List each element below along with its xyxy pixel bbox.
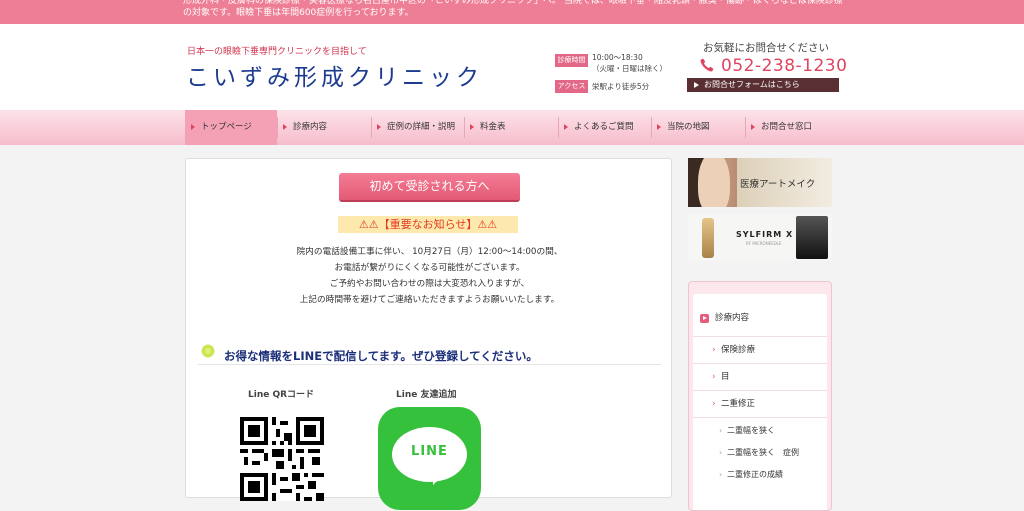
- menu-label: 二重幅を狭く: [727, 426, 775, 435]
- line-bubble-tail: [433, 475, 443, 485]
- contact-form-button[interactable]: お問合せフォームはこちら: [687, 78, 839, 92]
- sylfirm-subtitle: RF MICRONEEDLE: [746, 241, 782, 246]
- access-info: 栄駅より徒歩5分: [592, 82, 650, 91]
- handpiece-image: [702, 218, 714, 258]
- chevron-right-icon: ›: [719, 426, 723, 435]
- arrow-right-icon: [470, 124, 474, 130]
- divider: [198, 364, 661, 365]
- contact-form-label: お問合せフォームはこちら: [704, 80, 800, 89]
- submenu-item[interactable]: › 二重修正の成績: [693, 464, 827, 486]
- arrow-right-icon: [657, 124, 661, 130]
- bullet-icon: [201, 344, 215, 358]
- notice-line: ご予約やお問い合わせの際は大変恐れ入りますが、: [329, 279, 530, 289]
- submenu-item[interactable]: › 二重幅を狭く: [693, 420, 827, 442]
- nav-label: 料金表: [480, 122, 506, 132]
- nav-label: 症例の詳細・説明: [387, 122, 456, 132]
- menu-label: 保険診療: [721, 345, 756, 355]
- nav-item-faq[interactable]: よくあるご質問: [558, 110, 651, 145]
- art-makeup-banner-text: 医療アートメイク: [740, 179, 816, 190]
- nav-item-prices[interactable]: 料金表: [464, 110, 558, 145]
- menu-label: 目: [721, 372, 730, 382]
- tagline: 日本一の眼瞼下垂専門クリニックを目指して: [187, 47, 367, 57]
- menu-item-insurance[interactable]: › 保険診療: [693, 337, 827, 364]
- nav-label: 当院の地図: [667, 122, 710, 132]
- contact-title: お気軽にお問合せください: [703, 42, 829, 54]
- site-header: 日本一の眼瞼下垂専門クリニックを目指して こいずみ形成クリニック 診療時間 10…: [0, 24, 1024, 110]
- treatment-menu: 診療内容 › 保険診療 › 目 › 二重修正 › 二重幅を狭く › 二重幅を狭く…: [688, 281, 832, 511]
- arrow-right-icon: [751, 124, 755, 130]
- menu-label: 二重幅を狭く 症例: [727, 448, 799, 457]
- chevron-right-icon: ›: [719, 470, 723, 479]
- arrow-right-icon: [700, 314, 709, 323]
- sylfirm-brand: SYLFIRM X: [736, 230, 794, 239]
- nav-item-top[interactable]: トップページ: [185, 110, 277, 145]
- arrow-right-icon: [377, 124, 381, 130]
- nav-label: トップページ: [201, 122, 252, 132]
- qr-code-icon[interactable]: [240, 417, 324, 501]
- device-image: [796, 216, 828, 259]
- chevron-right-icon: ›: [712, 372, 716, 382]
- qr-title: Line QRコード: [248, 390, 315, 400]
- arrow-right-icon: [283, 124, 287, 130]
- menu-item-treatments[interactable]: 診療内容: [693, 308, 827, 337]
- art-makeup-banner[interactable]: 医療アートメイク: [688, 158, 832, 207]
- arrow-right-icon: [564, 124, 568, 130]
- top-announcement-bar: 形成外科・皮膚科の保険診療・美容医療なら名古屋市中区の「こいずみ形成クリニック」…: [0, 0, 1024, 24]
- chevron-right-icon: ›: [719, 448, 723, 457]
- hours-info: 10:00〜18:30 （火曜・日曜は除く）: [592, 52, 667, 74]
- notice-line: 院内の電話設備工事に伴い、 10月27日（月）12:00〜14:00の間、: [296, 247, 563, 257]
- menu-item-eye[interactable]: › 目: [693, 364, 827, 391]
- nav-label: 診療内容: [293, 122, 328, 132]
- menu-item-double-eyelid[interactable]: › 二重修正: [693, 391, 827, 418]
- submenu-item[interactable]: › 二重幅を狭く 症例: [693, 442, 827, 464]
- main-content: 初めて受診される方へ ⚠⚠【重要なお知らせ】⚠⚠ 院内の電話設備工事に伴い、 1…: [185, 158, 672, 510]
- notice-line: 上記の時間帯を避けてご連絡いただきますようお願いいたします。: [299, 295, 560, 305]
- treatment-menu-list: 診療内容 › 保険診療 › 目 › 二重修正 › 二重幅を狭く › 二重幅を狭く…: [693, 294, 827, 510]
- access-badge: アクセス: [555, 80, 588, 93]
- line-logo-text: LINE: [411, 444, 448, 459]
- notice-title: ⚠⚠【重要なお知らせ】⚠⚠: [338, 216, 518, 233]
- sylfirm-banner[interactable]: SYLFIRM X RF MICRONEEDLE: [688, 214, 832, 261]
- arrow-right-icon: [191, 124, 195, 130]
- menu-label: 二重修正の成績: [727, 470, 783, 479]
- main-nav: トップページ 診療内容 症例の詳細・説明 料金表 よくあるご質問 当院の地図 お…: [0, 110, 1024, 145]
- chevron-right-icon: ›: [712, 399, 716, 409]
- hours-badge: 診療時間: [555, 54, 588, 67]
- nav-label: よくあるご質問: [574, 122, 634, 132]
- announcement-text: 形成外科・皮膚科の保険診療・美容医療なら名古屋市中区の「こいずみ形成クリニック」…: [183, 0, 843, 18]
- line-heading: お得な情報をLINEで配信してます。ぜひ登録してください。: [224, 349, 538, 363]
- notice-line: お電話が繋がりにくくなる可能性がございます。: [334, 263, 525, 273]
- first-visit-button[interactable]: 初めて受診される方へ: [339, 173, 520, 200]
- clinic-logo[interactable]: こいずみ形成クリニック: [186, 58, 483, 92]
- arrow-right-icon: [694, 82, 699, 88]
- closed-days: （火曜・日曜は除く）: [592, 64, 667, 73]
- phone-number[interactable]: 052-238-1230: [721, 56, 847, 76]
- line-logo-icon[interactable]: LINE: [378, 407, 481, 510]
- nav-label: お問合せ窓口: [761, 122, 813, 132]
- nav-item-treatments[interactable]: 診療内容: [277, 110, 371, 145]
- model-face: [698, 158, 730, 207]
- hours-line: 10:00〜18:30: [592, 53, 643, 62]
- nav-item-contact[interactable]: お問合せ窓口: [745, 110, 839, 145]
- menu-label: 二重修正: [721, 399, 756, 409]
- nav-item-cases[interactable]: 症例の詳細・説明: [371, 110, 464, 145]
- add-friend-title: Line 友達追加: [396, 390, 457, 400]
- nav-item-map[interactable]: 当院の地図: [651, 110, 745, 145]
- phone-icon: [700, 58, 714, 72]
- menu-label: 診療内容: [715, 313, 750, 323]
- chevron-right-icon: ›: [712, 345, 716, 355]
